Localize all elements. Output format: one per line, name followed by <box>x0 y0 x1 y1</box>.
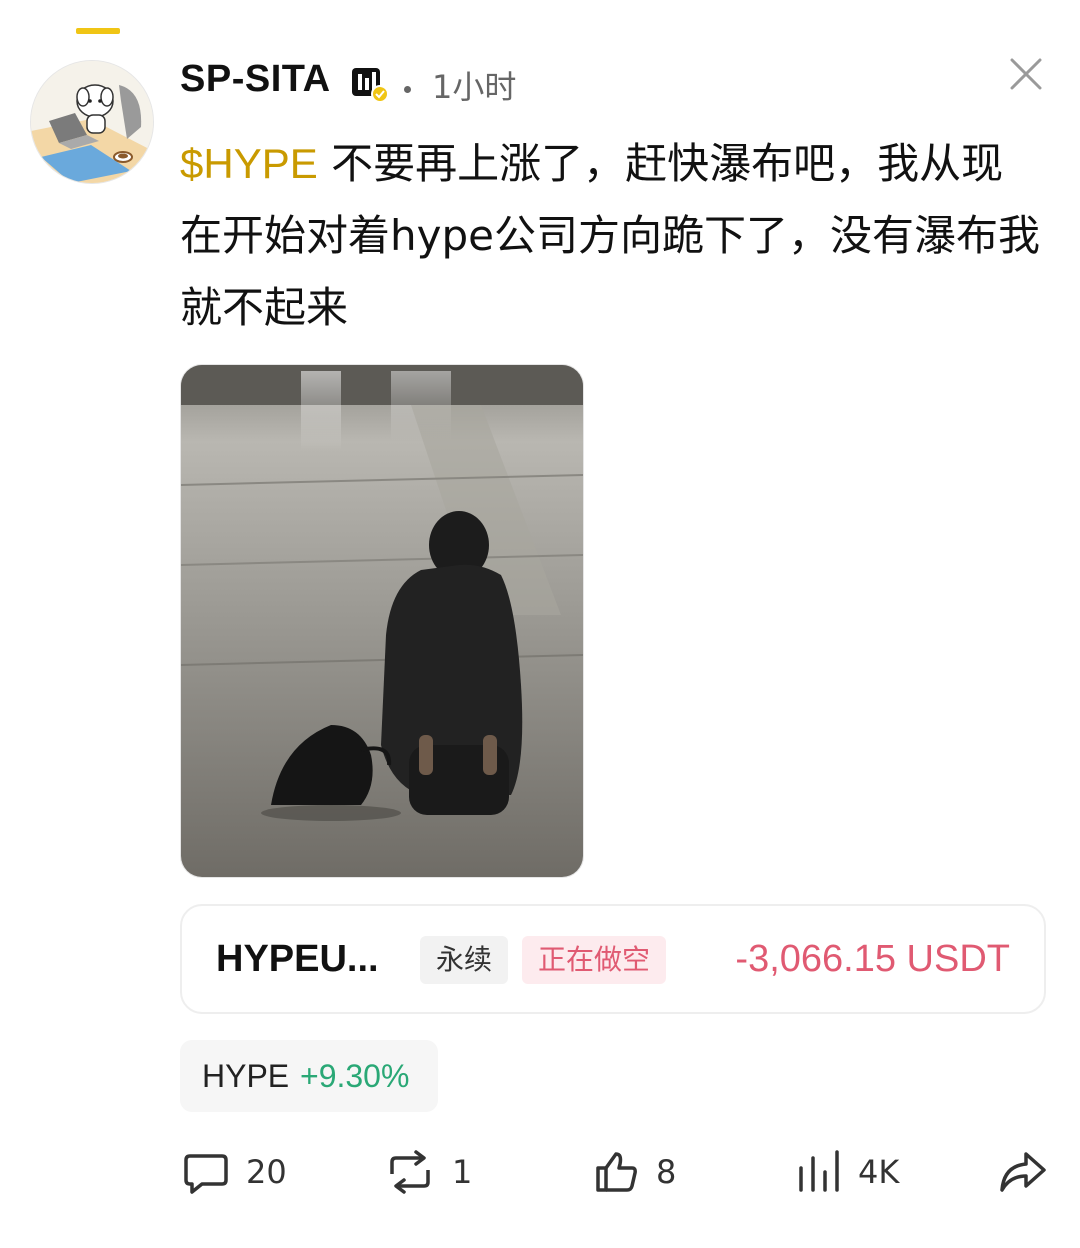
post-image[interactable] <box>180 364 584 878</box>
share-button[interactable] <box>998 1144 1048 1200</box>
short-tag: 正在做空 <box>522 936 667 984</box>
perpetual-tag: 永续 <box>420 936 509 984</box>
views-count: 4K <box>858 1153 900 1191</box>
share-icon <box>1000 1152 1046 1192</box>
author-name[interactable]: SP-SITA <box>180 58 331 101</box>
ticker-chip-change: +9.30% <box>300 1058 410 1094</box>
ticker-chip[interactable]: HYPE +9.30% <box>180 1040 438 1112</box>
repost-button[interactable]: 1 <box>384 1144 472 1200</box>
views-button[interactable]: 4K <box>796 1144 899 1200</box>
views-icon <box>799 1150 839 1192</box>
post-time: 1小时 <box>432 68 517 106</box>
thumbs-up-icon <box>596 1152 637 1192</box>
like-count: 8 <box>656 1153 677 1191</box>
comment-icon <box>184 1154 228 1194</box>
close-icon[interactable] <box>1006 54 1046 94</box>
avatar[interactable] <box>30 60 154 184</box>
top-accent-bar <box>76 28 120 34</box>
separator-dot <box>404 86 411 93</box>
like-button[interactable]: 8 <box>592 1144 676 1200</box>
comment-button[interactable]: 20 <box>182 1144 287 1200</box>
post-body: $HYPE 不要再上涨了，赶快瀑布吧，我从现在开始对着hype公司方向跪下了，没… <box>180 128 1040 344</box>
repost-icon <box>390 1150 430 1194</box>
position-card[interactable]: HYPEU... 永续 正在做空 -3,066.15 USDT <box>180 904 1046 1014</box>
verified-badge-icon <box>352 68 389 103</box>
comment-count: 20 <box>246 1153 287 1191</box>
ticker-chip-name: HYPE <box>202 1058 290 1094</box>
position-symbol: HYPEU... <box>216 938 379 980</box>
position-pnl: -3,066.15 USDT <box>735 938 1010 980</box>
ticker-link[interactable]: $HYPE <box>180 140 318 187</box>
repost-count: 1 <box>452 1153 473 1191</box>
